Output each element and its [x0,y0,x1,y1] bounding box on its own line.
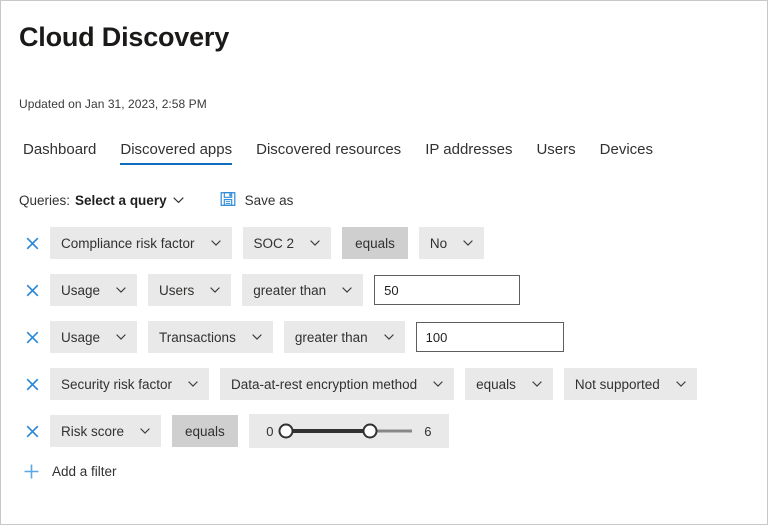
dropdown-label: Security risk factor [61,376,173,392]
filter-row: Usage Transactions greater than [19,320,749,354]
last-updated-text: Updated on Jan 31, 2023, 2:58 PM [19,97,207,112]
chevron-down-icon [383,332,394,343]
plus-icon [19,463,43,480]
dropdown-label: Data-at-rest encryption method [231,376,418,392]
chevron-down-icon [310,238,320,249]
filter-category-dropdown[interactable]: Security risk factor [50,368,210,401]
filter-value-dropdown[interactable]: Not supported [563,368,697,401]
slider-track[interactable] [278,422,412,440]
dropdown-label: Transactions [159,329,236,345]
close-x-icon[interactable] [19,424,45,439]
dropdown-label: Risk score [61,423,125,439]
dropdown-label: equals [476,376,516,392]
operator-label: equals [185,423,225,439]
chevron-down-icon [675,379,686,390]
cloud-discovery-page: Cloud Discovery Updated on Jan 31, 2023,… [0,0,768,525]
chevron-down-icon [433,379,443,390]
dropdown-label: Usage [61,282,101,298]
filter-row: Compliance risk factor SOC 2 equals No [19,226,749,260]
chevron-down-icon[interactable] [172,195,184,207]
filter-list: Compliance risk factor SOC 2 equals No Usage… [19,226,749,449]
dropdown-label: greater than [253,282,327,298]
save-as-button[interactable]: Save as [220,191,294,210]
filter-attribute-dropdown[interactable]: Transactions [148,321,273,354]
dropdown-label: greater than [294,329,368,345]
queries-label: Queries: [19,193,71,209]
filter-attribute-dropdown[interactable]: Users [148,274,232,307]
filter-category-dropdown[interactable]: Usage [50,274,138,307]
filter-value-dropdown[interactable]: No [418,227,485,260]
filter-operator-static: equals [342,227,408,260]
page-title: Cloud Discovery [19,22,230,52]
chevron-down-icon [210,238,221,249]
tab-dashboard[interactable]: Dashboard [19,142,108,165]
chevron-down-icon [116,332,126,343]
chevron-down-icon [140,426,150,437]
queries-toolbar: Queries: Select a query Save as [19,191,749,210]
filter-category-dropdown[interactable]: Compliance risk factor [50,227,232,260]
slider-thumb-high[interactable] [362,423,378,439]
slider-thumb-low[interactable] [278,423,294,439]
dropdown-label: No [429,235,448,251]
chevron-down-icon [210,285,221,296]
filter-row: Usage Users greater than [19,273,749,307]
close-x-icon[interactable] [19,283,45,298]
dropdown-label: Not supported [574,376,660,392]
tab-discovered-resources[interactable]: Discovered resources [244,142,413,165]
tab-devices[interactable]: Devices [588,142,665,165]
chevron-down-icon [532,379,542,390]
chevron-down-icon [116,285,126,296]
add-filter-label: Add a filter [52,464,117,480]
slider-fill [285,429,370,434]
dropdown-label: SOC 2 [253,235,295,251]
tab-bar: Dashboard Discovered apps Discovered resou… [19,133,749,166]
filter-category-dropdown[interactable]: Risk score [50,415,162,448]
tab-ip-addresses[interactable]: IP addresses [413,142,524,165]
add-filter-button[interactable]: Add a filter [19,463,117,480]
operator-label: equals [355,235,395,251]
filter-attribute-dropdown[interactable]: Data-at-rest encryption method [220,368,455,401]
chevron-down-icon [252,332,262,343]
filter-row: Risk score equals 0 6 [19,414,749,449]
slider-min-label: 0 [266,423,274,439]
dropdown-label: Users [159,282,195,298]
save-floppy-icon [220,191,236,210]
query-selector[interactable]: Select a query [75,193,167,208]
filter-operator-dropdown[interactable]: greater than [242,274,364,307]
close-x-icon[interactable] [19,377,45,392]
filter-operator-dropdown[interactable]: equals [465,368,553,401]
filter-category-dropdown[interactable]: Usage [50,321,138,354]
filter-attribute-dropdown[interactable]: SOC 2 [242,227,332,260]
filter-operator-dropdown[interactable]: greater than [283,321,405,354]
chevron-down-icon [463,238,473,249]
risk-score-range-slider: 06 [248,414,449,449]
chevron-down-icon [342,285,352,296]
chevron-down-icon [188,379,198,390]
close-x-icon[interactable] [19,330,45,345]
filter-operator-static: equals [172,415,238,448]
tab-discovered-apps[interactable]: Discovered apps [108,142,244,166]
filter-value-input[interactable] [374,275,521,306]
dropdown-label: Usage [61,329,101,345]
filter-value-input[interactable] [415,322,564,353]
tab-users[interactable]: Users [524,142,587,165]
slider-max-label: 6 [424,423,432,439]
close-x-icon[interactable] [19,236,45,251]
dropdown-label: Compliance risk factor [61,235,195,251]
save-as-label: Save as [244,193,294,209]
filter-row: Security risk factor Data-at-rest encrypt… [19,367,749,401]
